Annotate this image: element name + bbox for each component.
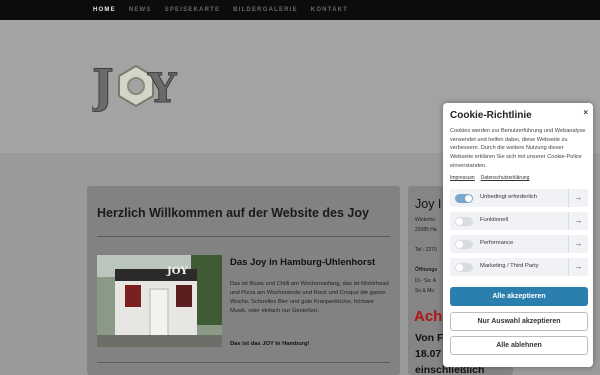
cookie-links: Impressum Datenschutzerklärung: [450, 175, 529, 181]
nav-item-bildergalerie[interactable]: BILDERGALERIE: [233, 7, 298, 13]
category-row-marketing[interactable]: Marketing / Third Party →: [450, 258, 588, 276]
top-nav: HOME NEWS SPEISEKARTE BILDERGALERIE KONT…: [0, 0, 600, 20]
hours-line: Di - Sa: A: [415, 278, 437, 284]
accept-selection-button[interactable]: Nur Auswahl akzeptieren: [450, 312, 588, 331]
category-label: Funktionell: [480, 217, 509, 223]
svg-text:J: J: [92, 59, 114, 113]
article-body: Das ist Blues und Chilli am Wochenanfang…: [230, 281, 389, 314]
article-tagline: Das ist das JOY in Hamburg!: [230, 341, 310, 347]
accept-all-button[interactable]: Alle akzeptieren: [450, 287, 588, 306]
bar-photo: JOY: [97, 255, 222, 347]
photo-sign-text: JOY: [167, 266, 188, 277]
toggle-switch[interactable]: [455, 217, 473, 226]
divider: [97, 236, 390, 237]
main-panel: Herzlich Willkommen auf der Website des …: [87, 186, 400, 375]
category-label: Marketing / Third Party: [480, 263, 539, 269]
toggle-switch[interactable]: [455, 194, 473, 203]
address-line: 22085 Ha: [415, 227, 437, 233]
site-logo[interactable]: J Y: [88, 56, 182, 116]
cookie-description: Cookies werden zur Benutzerführung und W…: [450, 128, 586, 169]
category-label: Unbedingt erforderlich: [480, 194, 538, 200]
nav-item-home[interactable]: HOME: [93, 7, 116, 13]
close-icon[interactable]: ×: [583, 108, 588, 117]
contact-title: Joy I: [415, 197, 442, 211]
arrow-right-icon[interactable]: →: [568, 258, 588, 276]
impressum-link[interactable]: Impressum: [450, 175, 475, 181]
nav-item-speisekarte[interactable]: SPEISEKARTE: [165, 7, 221, 13]
arrow-right-icon[interactable]: →: [568, 235, 588, 253]
arrow-right-icon[interactable]: →: [568, 212, 588, 230]
toggle-switch[interactable]: [455, 263, 473, 272]
svg-text:Y: Y: [147, 65, 177, 112]
notice-line: Von F: [415, 332, 444, 344]
notice-line: 18.07: [415, 348, 442, 360]
privacy-link[interactable]: Datenschutzerklärung: [481, 175, 530, 181]
address-line: Winterhu: [415, 217, 436, 223]
nav-item-news[interactable]: NEWS: [129, 7, 152, 13]
toggle-switch[interactable]: [455, 240, 473, 249]
category-row-functional[interactable]: Funktionell →: [450, 212, 588, 230]
category-row-necessary[interactable]: Unbedingt erforderlich →: [450, 189, 588, 207]
cookie-dialog: Cookie-Richtlinie × Cookies werden zur B…: [443, 103, 593, 367]
hours-line: So & Mo: [415, 288, 435, 294]
article-title: Das Joy in Hamburg-Uhlenhorst: [230, 257, 376, 268]
hours-label: Öffnungs: [415, 267, 438, 273]
cookie-title: Cookie-Richtlinie: [450, 110, 532, 121]
notice-heading: Ach: [414, 308, 443, 325]
phone-line: Tel.: 2270: [415, 247, 437, 253]
arrow-right-icon[interactable]: →: [568, 189, 588, 207]
category-label: Performance: [480, 240, 514, 246]
divider: [97, 362, 390, 363]
nav-item-kontakt[interactable]: KONTAKT: [311, 7, 348, 13]
page-title: Herzlich Willkommen auf der Website des …: [97, 206, 369, 220]
reject-all-button[interactable]: Alle ablehnen: [450, 336, 588, 355]
category-row-performance[interactable]: Performance →: [450, 235, 588, 253]
